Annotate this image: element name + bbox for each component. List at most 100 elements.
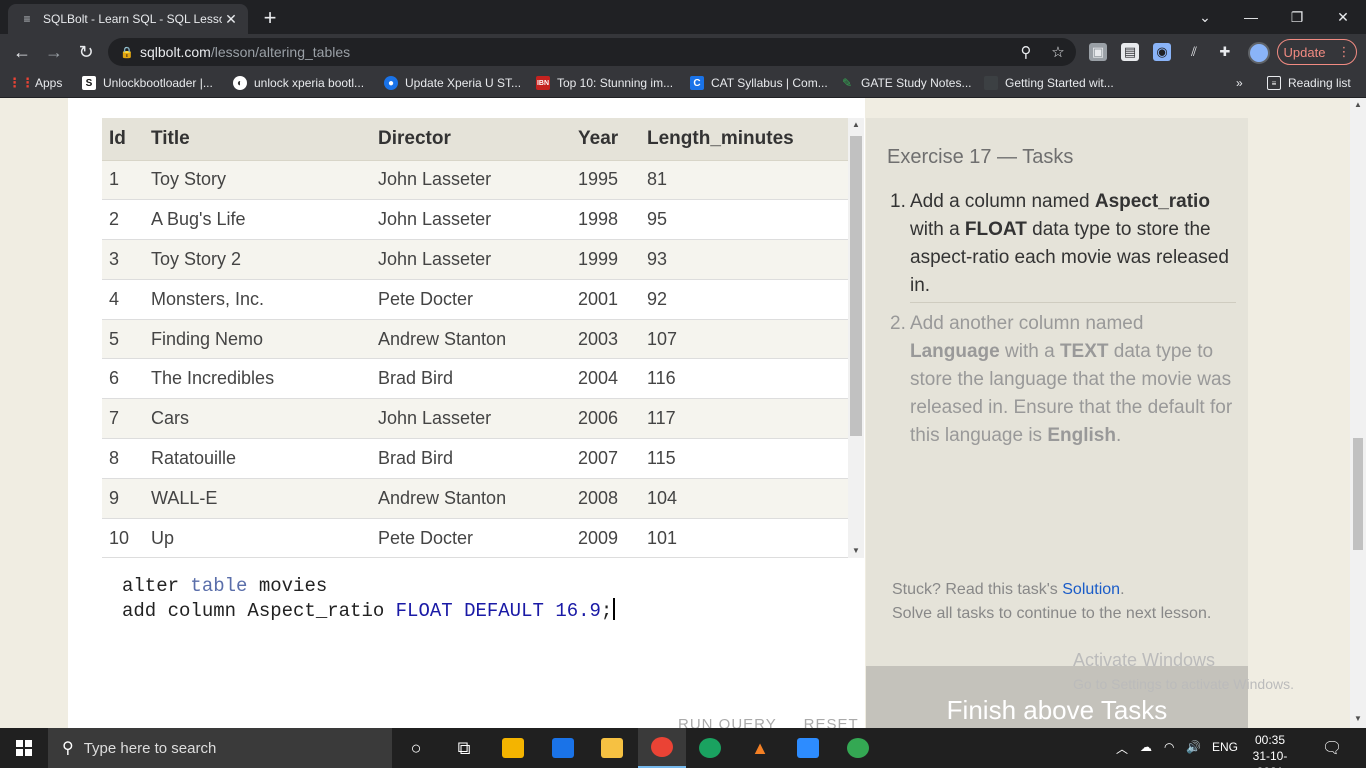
cortana-icon[interactable]: ○ [392,728,440,768]
table-cell: The Incredibles [145,358,372,400]
table-cell: John Lasseter [372,239,572,280]
bookmark-unlockbootloader[interactable]: S Unlockbootloader |... [82,76,213,90]
page-scroll-up-icon[interactable]: ▲ [1350,100,1366,109]
forward-arrow-icon[interactable]: → [42,40,66,64]
bookmark-unlock-xperia[interactable]: ◐ unlock xperia bootl... [233,76,364,90]
bookmark-gate-notes[interactable]: ✎ GATE Study Notes... [840,76,972,90]
store-icon[interactable] [489,728,537,768]
browser-toolbar: ← → ↻ 🔒 sqlbolt.com/lesson/altering_tabl… [0,34,1366,70]
table-cell: Up [145,518,372,558]
page-scroll-down-icon[interactable]: ▼ [1350,714,1366,723]
table-row: 8 Ratatouille Brad Bird 2007 115 [102,438,848,479]
table-row: 3 Toy Story 2 John Lasseter 1999 93 [102,239,848,280]
extension-camera-icon[interactable]: ◉ [1153,43,1171,61]
close-window-icon[interactable]: ✕ [1320,0,1366,34]
onedrive-icon[interactable]: ☁ [1140,740,1152,754]
scroll-down-arrow-icon[interactable]: ▼ [848,546,864,555]
clock-time: 00:35 [1254,733,1286,747]
table-cell: 10 [102,518,145,558]
extensions-puzzle-icon[interactable]: ✚ [1216,43,1234,61]
minimize-icon[interactable]: — [1228,0,1274,34]
zoom-app-icon[interactable] [784,728,832,768]
page-scrollbar[interactable]: ▲ ▼ [1350,98,1366,728]
exercise-panel: Exercise 17 — Tasks 1. Add a column name… [866,118,1248,728]
reload-icon[interactable]: ↻ [74,40,98,64]
bookmark-label: Getting Started wit... [1005,76,1114,90]
table-cell: 2 [102,199,145,241]
chrome-taskbar-icon[interactable] [638,728,686,768]
table-cell: 92 [641,279,848,320]
bookmark-update-xperia[interactable]: ● Update Xperia U ST... [384,76,521,90]
edge-icon[interactable] [686,728,734,768]
extension-1-icon[interactable]: ▣ [1089,43,1107,61]
table-scrollbar-thumb[interactable] [850,136,862,436]
profile-avatar[interactable] [1248,42,1270,64]
table-header-row: Id Title Director Year Length_minutes [102,118,848,161]
tray-chevron-icon[interactable]: ︿ [1116,740,1128,757]
extension-chart-icon[interactable]: ⫽ [1185,43,1203,61]
table-cell: Toy Story [145,160,372,201]
table-cell: 1995 [572,160,641,201]
more-bookmarks-icon[interactable]: » [1236,76,1243,90]
code-token: movies [247,575,328,597]
scroll-up-arrow-icon[interactable]: ▲ [848,120,864,129]
volume-icon[interactable]: 🔊 [1186,740,1201,754]
table-cell: Pete Docter [372,279,572,320]
task-view-icon[interactable]: ⧉ [440,728,488,768]
reset-button[interactable]: RESET [804,716,859,728]
table-cell: 2003 [572,319,641,360]
table-cell: 101 [641,518,848,558]
table-cell: 115 [641,438,848,479]
chrome-profile-icon[interactable] [834,728,882,768]
table-scrollbar[interactable]: ▲ ▼ [848,118,864,558]
file-explorer-icon[interactable] [588,728,636,768]
bookmark-cat-syllabus[interactable]: C CAT Syllabus | Com... [690,76,828,90]
table-body: 1 Toy Story John Lasseter 1995 81 2 A Bug's Li… [102,160,848,558]
movies-table: Id Title Director Year Length_minutes 1T… [102,118,848,558]
stuck-help-text: Stuck? Read this task's Solution. Solve … [892,578,1222,626]
start-button[interactable] [0,728,48,768]
table-row: 6 The Incredibles Brad Bird 2004 116 [102,358,848,400]
system-clock[interactable]: 00:35 31-10-2021 [1240,732,1300,768]
wifi-icon[interactable]: ◠ [1164,740,1174,754]
apps-grid-icon: ⋮⋮ [8,75,34,90]
code-token: ; [600,600,613,622]
code-token: alter [122,575,191,597]
new-tab-button[interactable]: + [258,5,282,31]
language-indicator[interactable]: ENG [1212,740,1238,754]
solution-link[interactable]: Solution [1062,581,1120,598]
tab-close-icon[interactable]: ✕ [222,11,240,28]
results-table-container: Id Title Director Year Length_minutes 1T… [102,118,848,558]
bookmark-top10[interactable]: IBN Top 10: Stunning im... [536,76,673,90]
run-query-button[interactable]: RUN QUERY [678,716,776,728]
update-button[interactable]: Update ⋮ [1277,39,1357,65]
table-cell: 2008 [572,478,641,519]
bookmark-star-icon[interactable]: ☆ [1048,43,1068,61]
taskbar-search[interactable]: ⚲ Type here to search [48,728,392,768]
mail-icon[interactable] [539,728,587,768]
restore-icon[interactable]: ❐ [1274,0,1320,34]
browser-tab-active[interactable]: ≡ SQLBolt - Learn SQL - SQL Lesson ✕ [8,4,248,34]
bookmark-getting-started[interactable]: Getting Started wit... [984,76,1114,90]
address-bar[interactable]: 🔒 sqlbolt.com/lesson/altering_tables [108,38,1076,66]
vlc-icon[interactable]: ▲ [736,728,784,768]
kebab-menu-icon[interactable]: ⋮ [1337,44,1350,60]
table-cell: Toy Story 2 [145,239,372,280]
table-cell: Ratatouille [145,438,372,479]
tab-search-chevron-icon[interactable]: ⌄ [1182,0,1228,34]
bookmark-apps[interactable]: ⋮⋮ Apps [8,75,62,90]
globe-icon: ● [384,76,398,90]
back-arrow-icon[interactable]: ← [10,40,34,64]
table-cell: Cars [145,398,372,440]
zoom-icon[interactable]: ⚲ [1016,43,1036,61]
stuck-text: Stuck? Read this task's [892,581,1063,598]
reading-list-button[interactable]: ≡ Reading list [1267,76,1351,90]
task-text: with a [999,341,1060,362]
extension-doc-icon[interactable]: ▤ [1121,43,1139,61]
table-cell: 7 [102,398,145,440]
notifications-icon[interactable]: 🗨 [1322,738,1342,758]
table-cell: A Bug's Life [145,199,372,241]
sql-editor[interactable]: alter table movies add column Aspect_rat… [102,560,865,728]
page-scrollbar-thumb[interactable] [1353,438,1363,550]
